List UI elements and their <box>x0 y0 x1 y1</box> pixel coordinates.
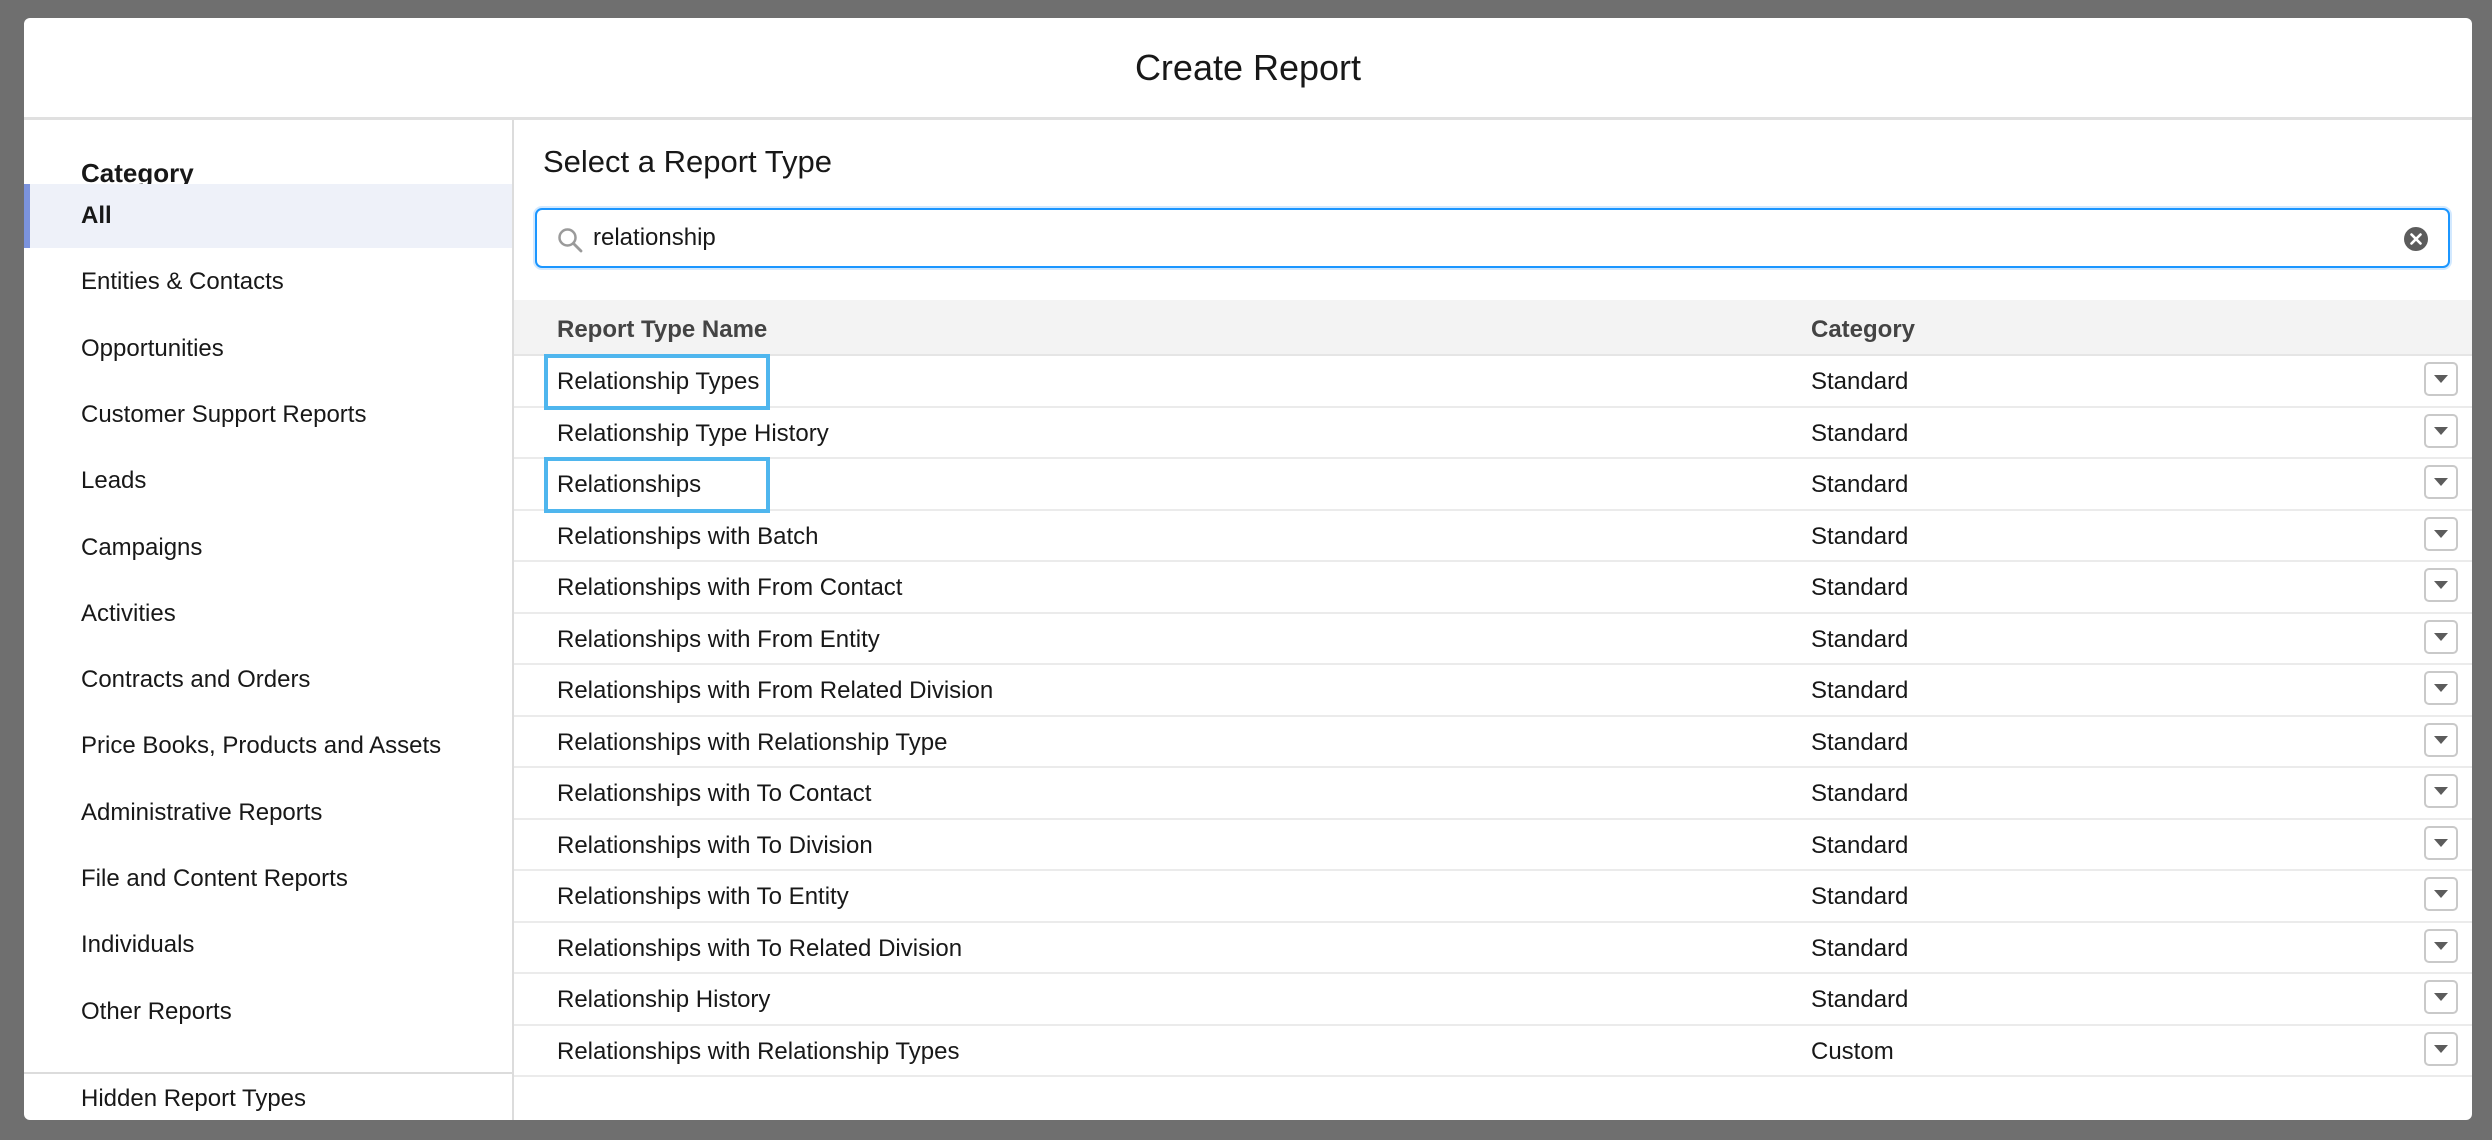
chevron-down-icon <box>2434 890 2448 898</box>
table-row[interactable]: Relationships with From Entity Standard <box>514 614 2472 665</box>
clear-icon[interactable] <box>2402 225 2430 253</box>
report-type-name-cell[interactable]: Relationships with To Division <box>557 832 873 860</box>
report-category-cell: Standard <box>1811 883 1909 910</box>
create-report-modal: Create Report Category All Entities & Con… <box>24 18 2472 1120</box>
report-type-name-cell[interactable]: Relationships with Batch <box>557 523 818 551</box>
sidebar-item-individuals[interactable]: Individuals <box>24 913 512 977</box>
sidebar-item-all[interactable]: All <box>24 184 512 248</box>
report-type-name-cell[interactable]: Relationships with To Entity <box>557 883 849 911</box>
report-category-cell: Standard <box>1811 522 1909 550</box>
chevron-down-icon <box>2434 1044 2448 1053</box>
row-action-dropdown-button[interactable] <box>2424 722 2458 757</box>
sidebar-item-file-and-content-reports[interactable]: File and Content Reports <box>24 847 512 911</box>
hidden-report-types-link[interactable]: Hidden Report Types <box>24 1078 512 1120</box>
table-row[interactable]: Relationships with To Related Division St… <box>514 923 2472 974</box>
chevron-down-icon <box>2434 838 2448 847</box>
table-row[interactable]: Relationships with To Entity Standard <box>514 871 2472 923</box>
report-type-name-cell[interactable]: Relationships with Relationship Types <box>557 1038 959 1066</box>
report-type-name-cell[interactable]: Relationship History <box>557 986 770 1014</box>
row-action-dropdown-button[interactable] <box>2424 362 2458 396</box>
table-row[interactable]: Relationships with From Contact Standard <box>514 562 2472 614</box>
row-action-dropdown-button[interactable] <box>2424 619 2458 654</box>
chevron-down-icon <box>2434 632 2448 641</box>
report-category-cell: Standard <box>1811 986 1909 1013</box>
table-header: Report Type Name Category <box>514 300 2472 356</box>
chevron-down-icon <box>2434 941 2448 950</box>
report-type-name-cell[interactable]: Relationship Type History <box>557 420 829 448</box>
report-category-cell: Standard <box>1811 368 1909 395</box>
table-row[interactable]: Relationship History Standard <box>514 974 2472 1026</box>
report-type-name-cell[interactable]: Relationships with From Contact <box>557 574 902 602</box>
modal-header: Create Report <box>24 18 2472 120</box>
search-input[interactable] <box>593 218 2393 258</box>
sidebar-item-leads[interactable]: Leads <box>24 449 512 513</box>
chevron-down-icon <box>2434 375 2448 383</box>
table-row[interactable]: Relationships with To Division Standard <box>514 820 2472 871</box>
report-category-cell: Standard <box>1811 574 1909 601</box>
table-row[interactable]: Relationship Type History Standard <box>514 408 2472 459</box>
row-action-dropdown-button[interactable] <box>2424 825 2458 860</box>
table-row[interactable]: Relationships with Relationship Types Cus… <box>514 1026 2472 1077</box>
row-action-dropdown-button[interactable] <box>2424 516 2458 551</box>
category-sidebar: Category All Entities & Contacts Opportuni… <box>24 120 514 1120</box>
row-action-dropdown-button[interactable] <box>2424 774 2458 808</box>
report-category-cell: Standard <box>1811 831 1909 859</box>
sidebar-item-campaigns[interactable]: Campaigns <box>24 516 512 580</box>
report-type-name-cell[interactable]: Relationship Types <box>557 368 759 396</box>
report-type-name-cell[interactable]: Relationships with From Related Division <box>557 677 993 705</box>
chevron-down-icon <box>2434 735 2448 744</box>
report-type-name-cell[interactable]: Relationships with Relationship Type <box>557 729 947 757</box>
sidebar-divider <box>24 1072 512 1074</box>
table-row[interactable]: Relationships with Batch Standard <box>514 511 2472 562</box>
select-report-type-heading: Select a Report Type <box>543 144 832 179</box>
report-category-cell: Standard <box>1811 728 1909 756</box>
table-row[interactable]: Relationships Standard <box>514 459 2472 511</box>
sidebar-item-price-books-products-and-assets[interactable]: Price Books, Products and Assets <box>24 714 512 778</box>
sidebar-item-other-reports[interactable]: Other Reports <box>24 980 512 1044</box>
report-category-cell: Standard <box>1811 677 1909 704</box>
table-row[interactable]: Relationship Types Standard <box>514 356 2472 408</box>
sidebar-item-customer-support-reports[interactable]: Customer Support Reports <box>24 383 512 447</box>
column-header-category[interactable]: Category <box>1811 316 1915 344</box>
row-action-dropdown-button[interactable] <box>2424 568 2458 602</box>
report-category-cell: Standard <box>1811 780 1909 807</box>
row-action-dropdown-button[interactable] <box>2424 980 2458 1014</box>
search-icon <box>558 228 583 253</box>
chevron-down-icon <box>2434 581 2448 589</box>
report-type-search <box>535 208 2450 268</box>
chevron-down-icon <box>2434 426 2448 435</box>
report-category-cell: Standard <box>1811 471 1909 498</box>
report-type-name-cell[interactable]: Relationships with To Contact <box>557 780 871 808</box>
table-row[interactable]: Relationships with From Related Division… <box>514 665 2472 717</box>
report-category-cell: Custom <box>1811 1037 1894 1065</box>
report-category-cell: Standard <box>1811 625 1909 653</box>
report-type-name-cell[interactable]: Relationships with To Related Division <box>557 935 962 963</box>
row-action-dropdown-button[interactable] <box>2424 671 2458 705</box>
row-action-dropdown-button[interactable] <box>2424 928 2458 963</box>
row-action-dropdown-button[interactable] <box>2424 413 2458 448</box>
chevron-down-icon <box>2434 993 2448 1001</box>
table-row[interactable]: Relationships with To Contact Standard <box>514 768 2472 820</box>
sidebar-item-entities-contacts[interactable]: Entities & Contacts <box>24 250 512 314</box>
sidebar-item-activities[interactable]: Activities <box>24 582 512 646</box>
report-category-cell: Standard <box>1811 934 1909 962</box>
row-action-dropdown-button[interactable] <box>2424 877 2458 911</box>
report-type-name-cell[interactable]: Relationships with From Entity <box>557 626 880 654</box>
report-category-cell: Standard <box>1811 419 1909 447</box>
chevron-down-icon <box>2434 529 2448 538</box>
row-action-dropdown-button[interactable] <box>2424 465 2458 499</box>
report-type-name-cell[interactable]: Relationships <box>557 471 701 499</box>
report-type-panel: Select a Report Type Report Type Name Ca… <box>514 120 2472 1120</box>
column-header-name[interactable]: Report Type Name <box>557 316 767 344</box>
sidebar-item-administrative-reports[interactable]: Administrative Reports <box>24 781 512 845</box>
sidebar-item-opportunities[interactable]: Opportunities <box>24 317 512 381</box>
modal-title: Create Report <box>1134 46 1362 88</box>
table-row[interactable]: Relationships with Relationship Type Stan… <box>514 717 2472 768</box>
row-action-dropdown-button[interactable] <box>2424 1031 2458 1066</box>
chevron-down-icon <box>2434 478 2448 486</box>
chevron-down-icon <box>2434 787 2448 795</box>
sidebar-item-contracts-and-orders[interactable]: Contracts and Orders <box>24 648 512 712</box>
chevron-down-icon <box>2434 684 2448 692</box>
